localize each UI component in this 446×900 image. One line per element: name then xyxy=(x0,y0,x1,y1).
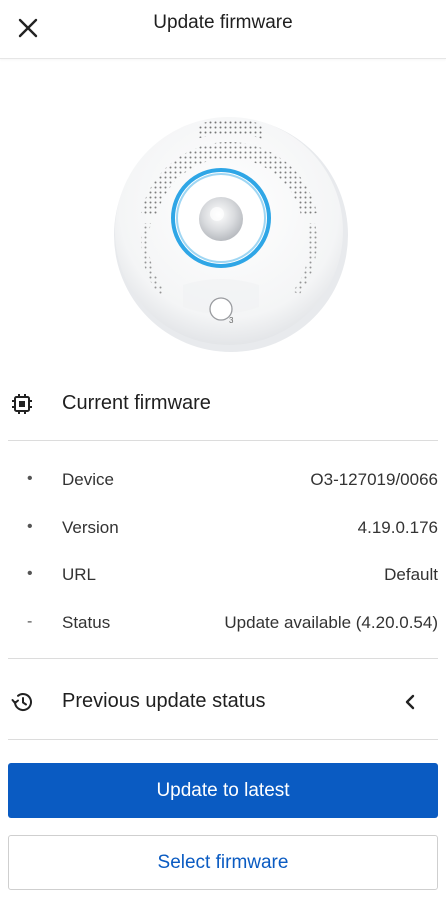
info-row-status: - Status Update available (4.20.0.54) xyxy=(0,609,446,641)
current-firmware-title: Current firmware xyxy=(62,392,211,414)
select-firmware-button[interactable]: Select firmware xyxy=(8,835,438,890)
divider xyxy=(8,658,438,659)
info-value-url: Default xyxy=(384,565,438,584)
divider xyxy=(8,739,438,740)
history-icon xyxy=(11,693,32,711)
page-title: Update firmware xyxy=(153,12,293,33)
previous-update-status-row[interactable]: Previous update status xyxy=(0,672,446,732)
info-label-url: URL xyxy=(62,565,97,584)
previous-update-status-title: Previous update status xyxy=(62,690,266,712)
bullet: • xyxy=(27,470,33,487)
info-value-device: O3-127019/0066 xyxy=(310,470,438,489)
update-to-latest-button[interactable]: Update to latest xyxy=(8,763,438,818)
bullet: - xyxy=(27,613,33,630)
top-app-bar: Update firmware xyxy=(0,0,446,59)
info-row-url: • URL Default xyxy=(0,561,446,593)
info-label-status: Status xyxy=(62,613,111,632)
chip-icon xyxy=(12,394,32,414)
info-label-device: Device xyxy=(62,470,114,489)
device-image: 3 xyxy=(113,95,349,355)
current-firmware-header: Current firmware xyxy=(0,374,446,434)
chevron-left-icon[interactable] xyxy=(400,690,420,714)
divider xyxy=(8,440,438,441)
info-label-version: Version xyxy=(62,518,119,537)
info-value-status: Update available (4.20.0.54) xyxy=(224,613,438,632)
info-value-version: 4.19.0.176 xyxy=(357,518,438,537)
bullet: • xyxy=(27,518,33,535)
bullet: • xyxy=(27,565,33,582)
info-row-version: • Version 4.19.0.176 xyxy=(0,514,446,546)
svg-text:3: 3 xyxy=(229,316,234,325)
info-row-device: • Device O3-127019/0066 xyxy=(0,466,446,498)
